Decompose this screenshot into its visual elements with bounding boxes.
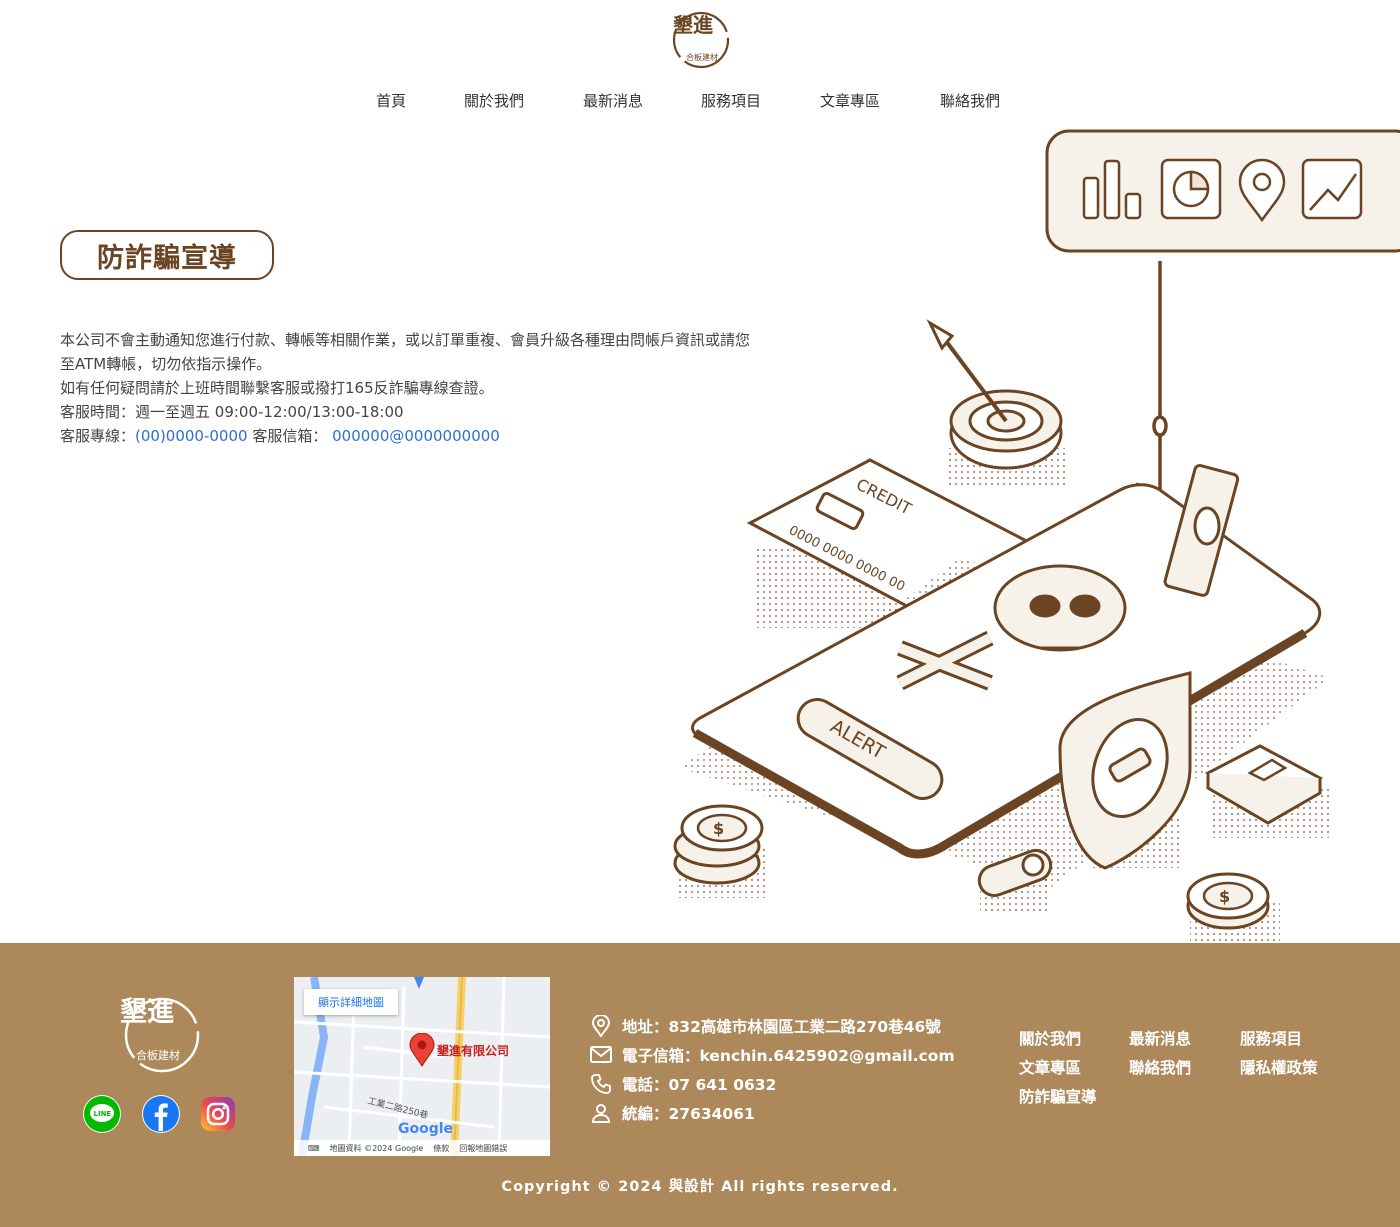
view-larger-map-button[interactable]: 顯示詳細地圖 (304, 989, 398, 1015)
footer-logo[interactable]: 墾進 合板建材 (118, 991, 202, 1075)
footer-link-news[interactable]: 最新消息 (1129, 1027, 1191, 1049)
footer-logo-sub: 合板建材 (136, 1048, 180, 1062)
coin-icon: $ (1186, 872, 1280, 943)
nav-services[interactable]: 服務項目 (701, 90, 761, 111)
service-email-link[interactable]: 000000@0000000000 (332, 427, 500, 445)
line-icon: LINE (84, 1096, 120, 1132)
google-logo-text: Google (398, 1121, 454, 1137)
footer-link-contact[interactable]: 聯絡我們 (1129, 1056, 1191, 1078)
logo-emblem: 墾進 合板建材 (672, 11, 730, 69)
logo-char-1: 墾進 (673, 13, 713, 37)
service-phone-label: 客服專線： (60, 427, 136, 445)
site-footer: 墾進 合板建材 LINE 顯示詳細地圖 墾進有限公司 工業二路250巷 Goog… (0, 943, 1400, 1227)
footer-link-services[interactable]: 服務項目 (1240, 1027, 1302, 1049)
nav-articles[interactable]: 文章專區 (820, 90, 880, 111)
main-nav: 首頁 關於我們 最新消息 服務項目 文章專區 聯絡我們 (0, 90, 1400, 116)
map-pin-icon (409, 1033, 435, 1067)
map-attribution-bar: ⌨ 地圖資料 ©2024 Google 條款 回報地圖錯誤 (294, 1140, 550, 1156)
phishing-illustration: CREDIT 0000 0000 0000 00 ALERT $ $ (673, 129, 1400, 943)
footer-link-articles[interactable]: 文章專區 (1019, 1056, 1081, 1078)
facebook-link[interactable] (142, 1095, 180, 1133)
line-link[interactable]: LINE (83, 1095, 121, 1133)
pie-chart-icon (1160, 158, 1222, 220)
contact-address: 地址：832高雄市林園區工業二路270巷46號 (590, 1011, 955, 1040)
page-title-box: 防詐騙宣導 (60, 230, 274, 280)
nav-contact[interactable]: 聯絡我們 (940, 90, 1000, 111)
keyboard-icon[interactable]: ⌨ (308, 1144, 320, 1153)
site-logo[interactable]: 墾進 合板建材 (669, 8, 731, 70)
line-chart-icon (1301, 158, 1363, 220)
footer-link-about[interactable]: 關於我們 (1019, 1027, 1081, 1049)
map-report-link[interactable]: 回報地圖錯誤 (459, 1143, 507, 1154)
mail-icon (590, 1044, 612, 1066)
footer-logo-char: 墾進 (120, 997, 174, 1028)
logo-sub: 合板建材 (686, 52, 718, 62)
page-title: 防詐騙宣導 (97, 242, 237, 274)
facebook-icon (143, 1096, 179, 1132)
map-place-label: 墾進有限公司 (437, 1044, 510, 1058)
phone-icon (590, 1073, 612, 1095)
phone-text[interactable]: 電話：07 641 0632 (622, 1073, 776, 1095)
map-terms-link[interactable]: 條款 (433, 1143, 449, 1154)
target-icon (926, 319, 1065, 488)
nav-about[interactable]: 關於我們 (464, 90, 524, 111)
contact-info: 地址：832高雄市林園區工業二路270巷46號 電子信箱：kenchin.642… (590, 1011, 955, 1127)
nav-home[interactable]: 首頁 (376, 90, 406, 111)
instagram-icon (201, 1097, 235, 1131)
analytics-panel (1045, 129, 1400, 253)
email-text[interactable]: 電子信箱：kenchin.6425902@gmail.com (622, 1044, 955, 1066)
svg-text:$: $ (713, 819, 724, 838)
copyright: Copyright © 2024 與設計 All rights reserved… (501, 1179, 899, 1195)
footer-link-privacy[interactable]: 隱私權政策 (1240, 1056, 1318, 1078)
contact-tax-id: 統編：27634061 (590, 1098, 955, 1127)
small-device-icon (1204, 744, 1330, 838)
service-email-label: 客服信箱： (247, 427, 333, 445)
instagram-link[interactable] (199, 1095, 237, 1133)
google-logo: Google (398, 1121, 453, 1137)
contact-phone: 電話：07 641 0632 (590, 1069, 955, 1098)
user-icon (590, 1102, 612, 1124)
map-attribution: 地圖資料 ©2024 Google (329, 1143, 424, 1153)
contact-email: 電子信箱：kenchin.6425902@gmail.com (590, 1040, 955, 1069)
location-icon (590, 1014, 612, 1037)
footer-link-anti-fraud[interactable]: 防詐騙宣導 (1019, 1085, 1097, 1107)
nav-news[interactable]: 最新消息 (583, 90, 643, 111)
location-map[interactable]: 顯示詳細地圖 墾進有限公司 工業二路250巷 Google ⌨ 地圖資料 ©20… (294, 977, 550, 1156)
line-icon-text: LINE (94, 1110, 112, 1118)
service-phone-link[interactable]: (00)0000-0000 (135, 427, 248, 445)
footer-logo-emblem: 墾進 合板建材 (120, 997, 200, 1073)
coin-stack-icon: $ (673, 804, 765, 898)
fraud-illustration: CREDIT 0000 0000 0000 00 ALERT $ $ (660, 128, 1400, 943)
address-text: 地址：832高雄市林園區工業二路270巷46號 (622, 1017, 941, 1036)
svg-text:$: $ (1219, 887, 1230, 906)
tax-id-text: 統編：27634061 (622, 1104, 755, 1123)
